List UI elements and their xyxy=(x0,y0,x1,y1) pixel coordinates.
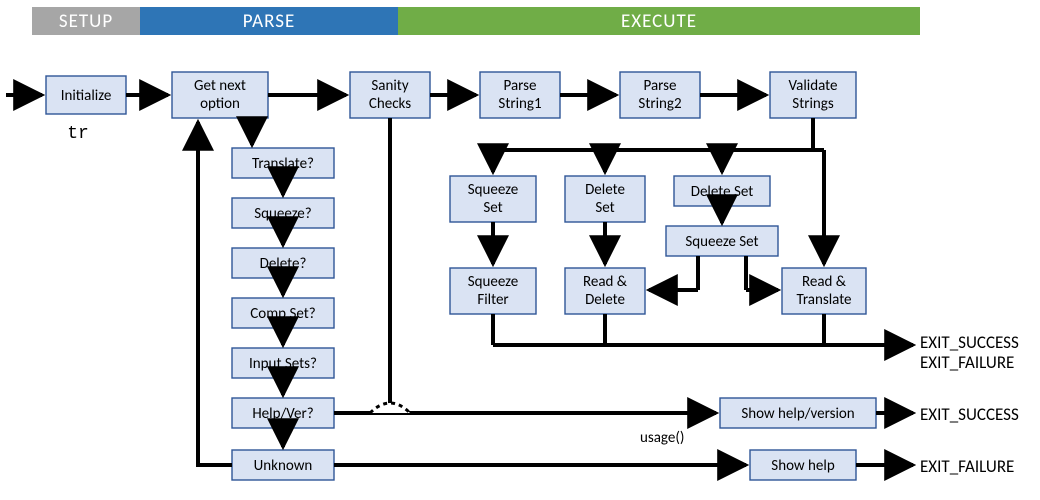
svg-text:Checks: Checks xyxy=(369,95,411,113)
node-help-ver-q: Help/Ver? xyxy=(232,398,334,428)
node-validate-strings: Validate Strings xyxy=(770,72,856,118)
label-exit-failure-2: EXIT_FAILURE xyxy=(920,456,1014,477)
svg-text:Delete Set: Delete Set xyxy=(691,183,754,201)
svg-text:Comp Set?: Comp Set? xyxy=(250,305,315,323)
svg-text:Squeeze Set: Squeeze Set xyxy=(685,233,758,251)
node-unknown: Unknown xyxy=(232,450,334,480)
svg-text:Set: Set xyxy=(483,199,502,217)
node-translate-q: Translate? xyxy=(232,148,334,178)
svg-text:Sanity: Sanity xyxy=(371,77,408,95)
svg-text:Unknown: Unknown xyxy=(254,457,313,475)
node-sanity-checks: Sanity Checks xyxy=(350,72,430,118)
node-delete-set-a: Delete Set xyxy=(565,176,645,222)
svg-text:Translate: Translate xyxy=(796,291,851,309)
node-comp-set-q: Comp Set? xyxy=(232,298,334,328)
svg-text:Strings: Strings xyxy=(792,95,834,113)
phase-execute-label: EXECUTE xyxy=(621,10,697,33)
svg-text:Squeeze: Squeeze xyxy=(468,181,519,199)
label-exit-success-1: EXIT_SUCCESS xyxy=(920,332,1019,353)
svg-text:Squeeze: Squeeze xyxy=(468,273,519,291)
svg-text:Validate: Validate xyxy=(789,77,838,95)
node-show-help: Show help xyxy=(750,450,856,480)
node-squeeze-filter: Squeeze Filter xyxy=(450,268,536,314)
svg-text:Read &: Read & xyxy=(802,273,847,291)
label-usage: usage() xyxy=(640,429,684,447)
svg-text:String1: String1 xyxy=(498,95,541,113)
node-squeeze-q: Squeeze? xyxy=(232,198,334,228)
node-read-delete: Read & Delete xyxy=(565,268,645,314)
svg-text:Get next: Get next xyxy=(194,77,246,95)
svg-text:Show help/version: Show help/version xyxy=(741,405,854,423)
node-delete-q: Delete? xyxy=(232,248,334,278)
node-delete-set-b: Delete Set xyxy=(674,176,770,206)
node-squeeze-set-a: Squeeze Set xyxy=(450,176,536,222)
node-parse-string1: Parse String1 xyxy=(480,72,560,118)
svg-text:Delete: Delete xyxy=(585,181,625,199)
node-parse-string2: Parse String2 xyxy=(620,72,700,118)
node-squeeze-set-b: Squeeze Set xyxy=(666,226,778,256)
svg-text:Parse: Parse xyxy=(504,77,537,95)
node-initialize: Initialize xyxy=(46,76,126,114)
svg-text:Show help: Show help xyxy=(771,457,835,475)
svg-text:Translate?: Translate? xyxy=(252,155,314,173)
phase-setup-label: SETUP xyxy=(59,10,113,33)
svg-text:Parse: Parse xyxy=(644,77,677,95)
label-exit-failure-1: EXIT_FAILURE xyxy=(920,352,1014,373)
svg-text:Set: Set xyxy=(595,199,614,217)
phase-parse-label: PARSE xyxy=(243,10,295,33)
node-read-translate: Read & Translate xyxy=(782,268,866,314)
svg-text:String2: String2 xyxy=(638,95,681,113)
svg-text:Squeeze?: Squeeze? xyxy=(254,205,311,223)
phase-bar: SETUP PARSE EXECUTE xyxy=(32,7,920,35)
svg-text:Read &: Read & xyxy=(583,273,628,291)
svg-text:Initialize: Initialize xyxy=(61,87,112,105)
label-tr: tr xyxy=(67,124,89,144)
svg-text:Help/Ver?: Help/Ver? xyxy=(252,405,313,423)
node-input-sets-q: Input Sets? xyxy=(232,348,334,378)
svg-text:Filter: Filter xyxy=(477,291,508,309)
label-exit-success-2: EXIT_SUCCESS xyxy=(920,404,1019,425)
svg-text:Delete?: Delete? xyxy=(260,255,307,273)
svg-text:option: option xyxy=(200,95,240,113)
node-get-next-option: Get next option xyxy=(172,72,268,118)
node-show-help-version: Show help/version xyxy=(720,398,876,428)
svg-text:Delete: Delete xyxy=(585,291,625,309)
svg-text:Input Sets?: Input Sets? xyxy=(249,355,317,373)
